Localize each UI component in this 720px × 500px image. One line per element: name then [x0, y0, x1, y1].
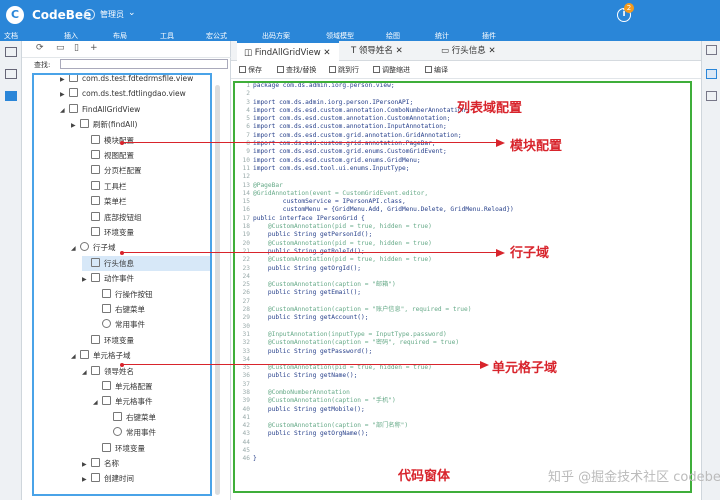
arrow-line-module — [122, 142, 496, 143]
chevron-down-icon[interactable]: ⌄ — [128, 8, 136, 18]
exit-icon[interactable] — [5, 69, 17, 79]
tab-findallgridview[interactable]: ◫ FindAllGridView ✕ — [237, 41, 339, 61]
annotation-code-window: 代码窗体 — [398, 469, 451, 484]
monitor-icon[interactable] — [5, 91, 17, 101]
annotation-cell-domain: 单元格子域 — [492, 361, 558, 376]
tree-toolbar: ⟳ ▭ ▯ + — [22, 41, 231, 58]
menu-item-output[interactable]: 出码方案 — [262, 31, 290, 41]
annotation-row-domain: 行子域 — [510, 246, 550, 261]
annotation-list-config: 列表域配置 — [457, 101, 523, 116]
menu-bar: 文档 插入 布局 工具 宏公式 出码方案 领域模型 绘图 统计 插件 — [0, 30, 720, 41]
add-icon[interactable]: + — [90, 43, 98, 53]
codebee-logo: C — [6, 6, 24, 24]
tab-label: 行头信息 — [451, 46, 486, 56]
search-icon — [277, 66, 284, 73]
menu-item-draw[interactable]: 绘图 — [386, 31, 400, 41]
menu-item-stats[interactable]: 统计 — [435, 31, 449, 41]
role-selector[interactable]: 管理员 — [100, 9, 124, 20]
tree-scrollbar[interactable] — [215, 85, 220, 495]
app-name: CodeBee — [32, 8, 92, 22]
menu-item-layout[interactable]: 布局 — [113, 31, 127, 41]
save-icon — [239, 66, 246, 73]
menu-item-doc[interactable]: 文档 — [4, 31, 18, 41]
tab-label: 领导姓名 — [358, 46, 393, 56]
close-icon[interactable]: ✕ — [488, 46, 495, 56]
arrow-head — [496, 249, 505, 257]
menu-item-plugins[interactable]: 插件 — [482, 31, 496, 41]
menu-item-tools[interactable]: 工具 — [160, 31, 174, 41]
left-activity-bar — [0, 41, 22, 500]
compile-button[interactable]: 编译 — [425, 65, 448, 75]
tree-search: 查找: — [22, 58, 231, 70]
menu-item-domain[interactable]: 领域模型 — [326, 31, 354, 41]
tree-highlight-frame — [32, 73, 212, 496]
window-icon[interactable] — [706, 45, 717, 55]
save-label: 保存 — [248, 66, 262, 74]
find-replace-button[interactable]: 查找/替换 — [277, 65, 316, 75]
arrow-line-cell — [122, 364, 480, 365]
goto-line-button[interactable]: 跳到行 — [329, 65, 359, 75]
text-icon: T — [351, 46, 357, 56]
grid-icon: ◫ — [244, 48, 253, 58]
right-activity-bar — [701, 41, 720, 500]
folder-icon[interactable]: ▭ — [56, 43, 65, 53]
search-label: 查找: — [34, 61, 51, 69]
tab-label: FindAllGridView — [254, 48, 321, 58]
annotation-module-config: 模块配置 — [510, 139, 563, 154]
compile-label: 编译 — [434, 66, 448, 74]
arrow-head — [496, 139, 505, 147]
title-bar: C CodeBee 管理员 ⌄ i 2 — [0, 0, 720, 30]
watermark: 知乎 @掘金技术社区 codebee — [548, 470, 720, 485]
indent-label: 调整缩进 — [382, 66, 410, 74]
close-icon[interactable]: ✕ — [396, 46, 403, 56]
copy-icon[interactable]: ▯ — [74, 43, 79, 53]
editor-toolbar: 保存 查找/替换 跳到行 调整缩进 编译 — [231, 61, 701, 79]
play-icon — [425, 66, 432, 73]
tab-leader-name[interactable]: T 领导姓名 ✕ — [345, 41, 429, 61]
save-button[interactable]: 保存 — [239, 65, 262, 75]
menu-item-insert[interactable]: 插入 — [64, 31, 78, 41]
indent-button[interactable]: 调整缩进 — [373, 65, 410, 75]
arrow-head — [480, 361, 489, 369]
goto-label: 跳到行 — [338, 66, 359, 74]
database-icon[interactable] — [5, 47, 17, 57]
goto-icon — [329, 66, 336, 73]
find-label: 查找/替换 — [286, 66, 317, 74]
close-icon[interactable]: ✕ — [323, 48, 330, 58]
refresh-icon[interactable]: ⟳ — [36, 43, 44, 53]
json-icon[interactable] — [706, 69, 717, 79]
gear-icon[interactable] — [84, 9, 95, 20]
editor-tabs: ◫ FindAllGridView ✕ T 领导姓名 ✕ ▭ 行头信息 ✕ — [231, 41, 701, 61]
search-input[interactable] — [60, 59, 228, 69]
indent-icon — [373, 66, 380, 73]
document-icon[interactable] — [706, 91, 717, 101]
tab-row-header[interactable]: ▭ 行头信息 ✕ — [435, 41, 521, 61]
panel-icon: ▭ — [441, 46, 450, 56]
arrow-line-row — [122, 252, 496, 253]
notification-badge: 2 — [624, 3, 634, 13]
menu-item-macro[interactable]: 宏公式 — [206, 31, 227, 41]
